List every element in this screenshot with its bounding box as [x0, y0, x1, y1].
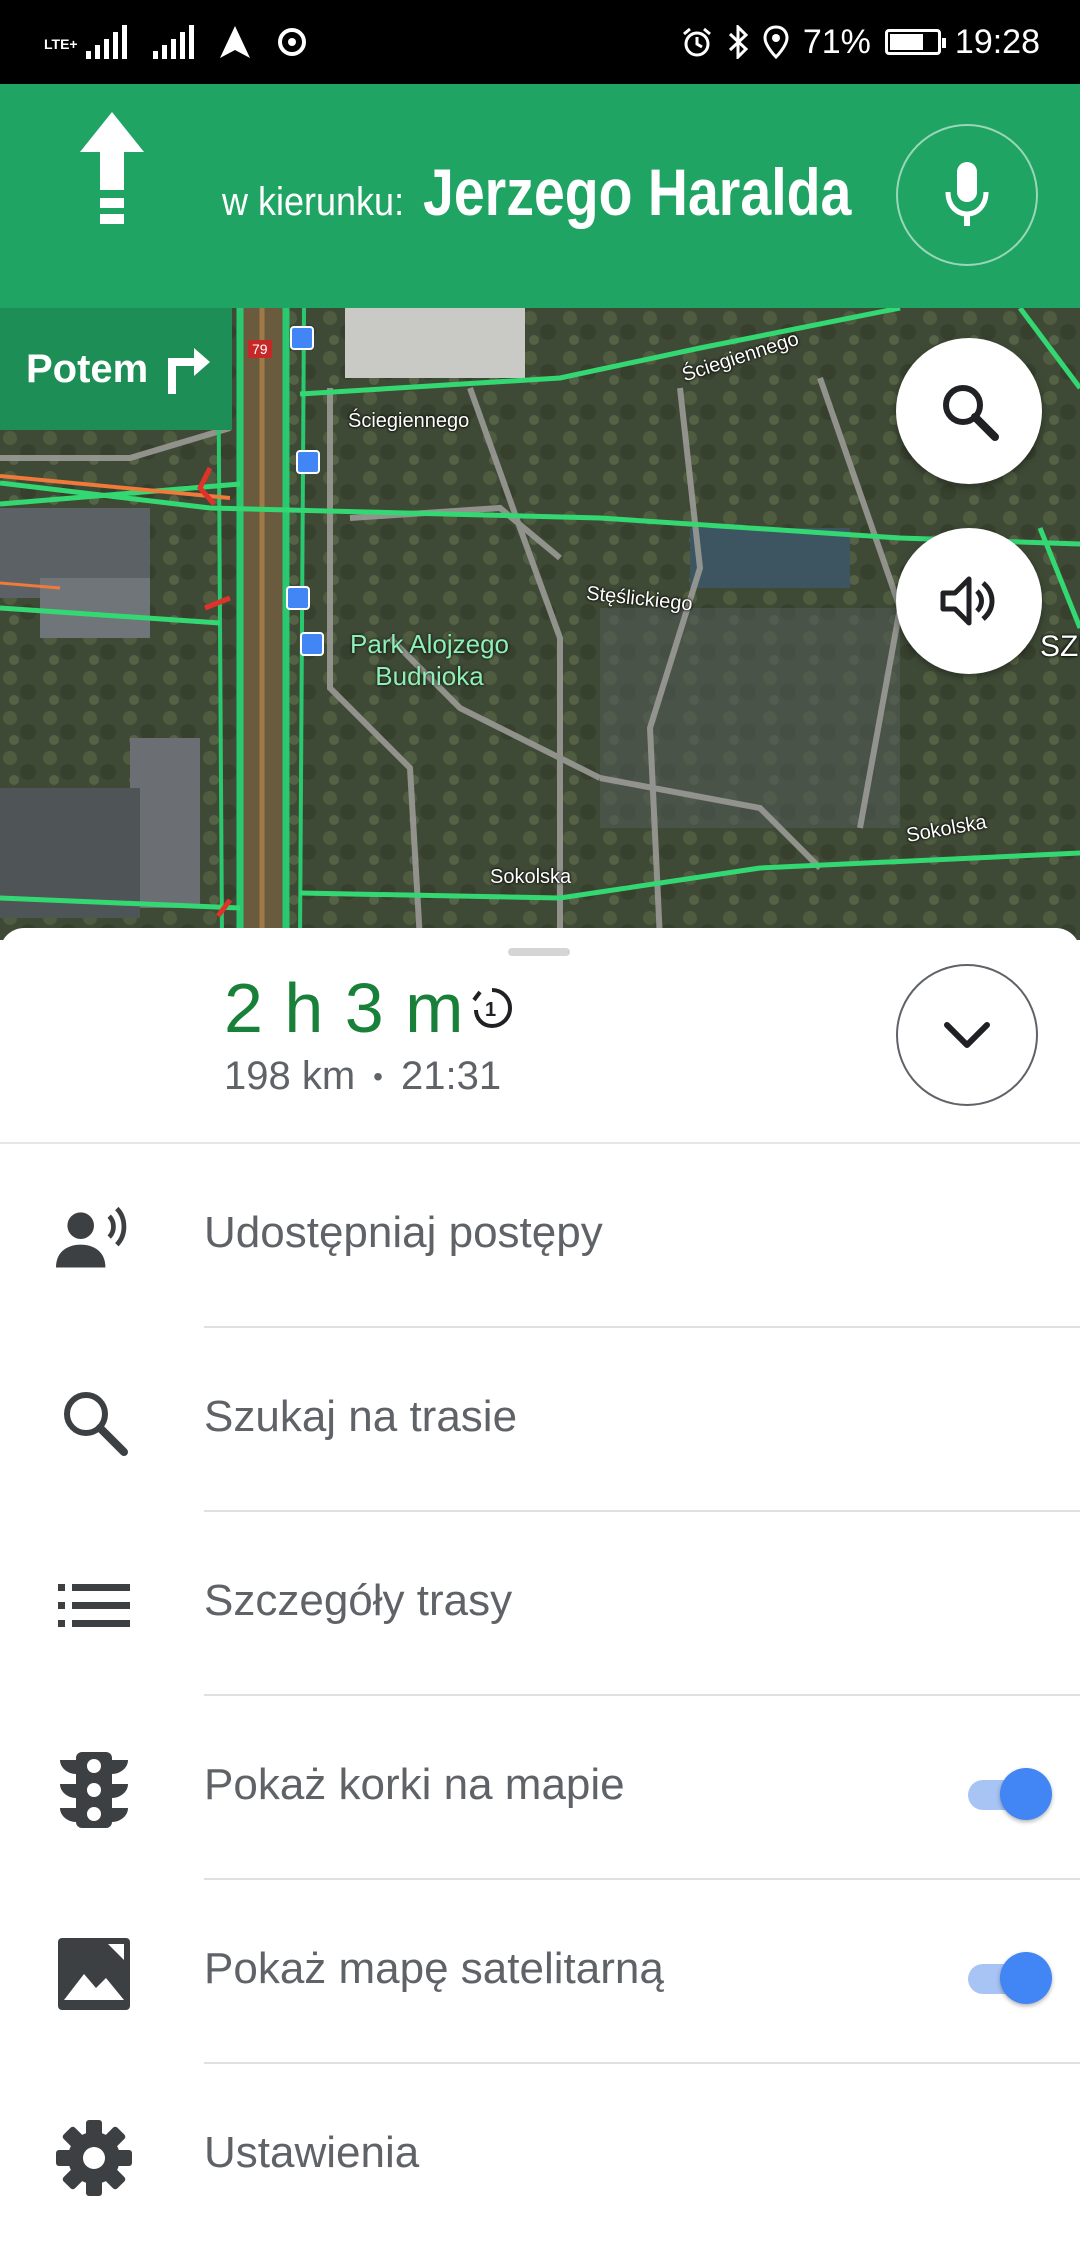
battery-icon — [884, 29, 946, 55]
search-icon — [943, 385, 999, 441]
nav-instruction: w kierunku: Jerzego Haralda — [222, 154, 933, 230]
eco-route-icon: 1 — [472, 988, 513, 1029]
satellite-toggle[interactable] — [968, 1952, 1052, 2004]
status-right: 71% 19:28 — [681, 20, 1040, 64]
navigation-header[interactable]: w kierunku: Jerzego Haralda — [0, 84, 1080, 308]
volume-icon — [940, 576, 995, 626]
status-left: LTE+ — [44, 20, 308, 64]
bottom-sheet[interactable]: 2 h 3 m 1 198 km • 21:31 Udostępniaj pos… — [0, 928, 1080, 2244]
trip-summary: 198 km • 21:31 — [224, 1054, 501, 1099]
bluetooth-icon — [728, 25, 748, 59]
menu-item-share-progress[interactable]: Udostępniaj postępy — [0, 1144, 1080, 1328]
park-label-line: Park Alojzego — [350, 629, 509, 659]
trip-distance: 198 km — [224, 1054, 356, 1098]
signal-icon — [152, 25, 194, 59]
list-icon — [56, 1568, 132, 1644]
street-name: Jerzego Haralda — [422, 155, 852, 229]
location-icon — [763, 25, 789, 59]
gear-icon — [56, 2120, 132, 2196]
trip-duration: 2 h 3 m — [224, 969, 465, 1047]
svg-text:1: 1 — [485, 999, 496, 1021]
sheet-handle[interactable] — [508, 948, 570, 956]
collapse-sheet-button[interactable] — [896, 964, 1038, 1106]
sound-button[interactable] — [896, 528, 1042, 674]
menu-label: Szukaj na trasie — [204, 1392, 518, 1441]
traffic-toggle[interactable] — [968, 1768, 1052, 1820]
toggle-knob — [1000, 1768, 1052, 1820]
park-label: Park Alojzego Budnioka — [350, 628, 509, 692]
park-label-line: Budnioka — [375, 661, 484, 691]
separator-dot: • — [373, 1060, 383, 1092]
lte-signal-icon: LTE+ — [44, 25, 127, 59]
street-label: SZU — [1040, 630, 1080, 663]
menu-label: Udostępniaj postępy — [204, 1208, 603, 1257]
menu-item-search-route[interactable]: Szukaj na trasie — [0, 1328, 1080, 1512]
street-label: Sokolska — [490, 866, 572, 888]
chevron-down-icon — [944, 1022, 990, 1048]
turn-right-icon — [168, 348, 211, 394]
menu-label: Ustawienia — [204, 2128, 420, 2177]
navigation-arrow-icon — [219, 26, 250, 58]
search-along-route-button[interactable] — [896, 338, 1042, 484]
arrival-time: 21:31 — [400, 1054, 502, 1098]
network-type: LTE+ — [44, 36, 78, 52]
menu-item-route-details[interactable]: Szczegóły trasy — [0, 1512, 1080, 1696]
tram-stop-icon[interactable] — [286, 586, 310, 610]
menu-item-satellite[interactable]: Pokaż mapę satelitarną — [0, 1880, 1080, 2064]
clock: 19:28 — [954, 22, 1040, 61]
menu-item-settings[interactable]: Ustawienia — [0, 2064, 1080, 2244]
street-label: Ściegiennego — [348, 410, 470, 432]
menu-label: Szczegóły trasy — [204, 1576, 513, 1625]
status-bar: LTE+ 71% 19:28 — [0, 0, 1080, 84]
eta-duration: 2 h 3 m 1 — [224, 968, 514, 1048]
alarm-icon — [682, 27, 711, 57]
tram-stop-icon[interactable] — [290, 326, 314, 350]
share-progress-icon — [56, 1200, 132, 1276]
road-badge: 79 — [248, 340, 272, 358]
traffic-light-icon — [56, 1752, 132, 1828]
direction-prefix: w kierunku: — [222, 180, 405, 224]
menu-label: Pokaż korki na mapie — [204, 1760, 625, 1809]
straight-arrow-icon — [80, 112, 144, 224]
then-label: Potem — [26, 346, 149, 391]
toggle-knob — [1000, 1952, 1052, 2004]
tram-stop-icon[interactable] — [296, 450, 320, 474]
menu-item-traffic[interactable]: Pokaż korki na mapie — [0, 1696, 1080, 1880]
voice-input-button[interactable] — [896, 124, 1038, 266]
data-saver-icon — [277, 28, 306, 56]
battery-percent: 71% — [802, 22, 871, 61]
menu-label: Pokaż mapę satelitarną — [204, 1944, 664, 1993]
search-icon — [56, 1384, 132, 1460]
battery-fill — [889, 34, 923, 50]
tram-stop-icon[interactable] — [300, 632, 324, 656]
microphone-icon — [945, 162, 989, 226]
then-turn-chip[interactable]: Potem — [0, 308, 232, 430]
satellite-image-icon — [56, 1936, 132, 2012]
